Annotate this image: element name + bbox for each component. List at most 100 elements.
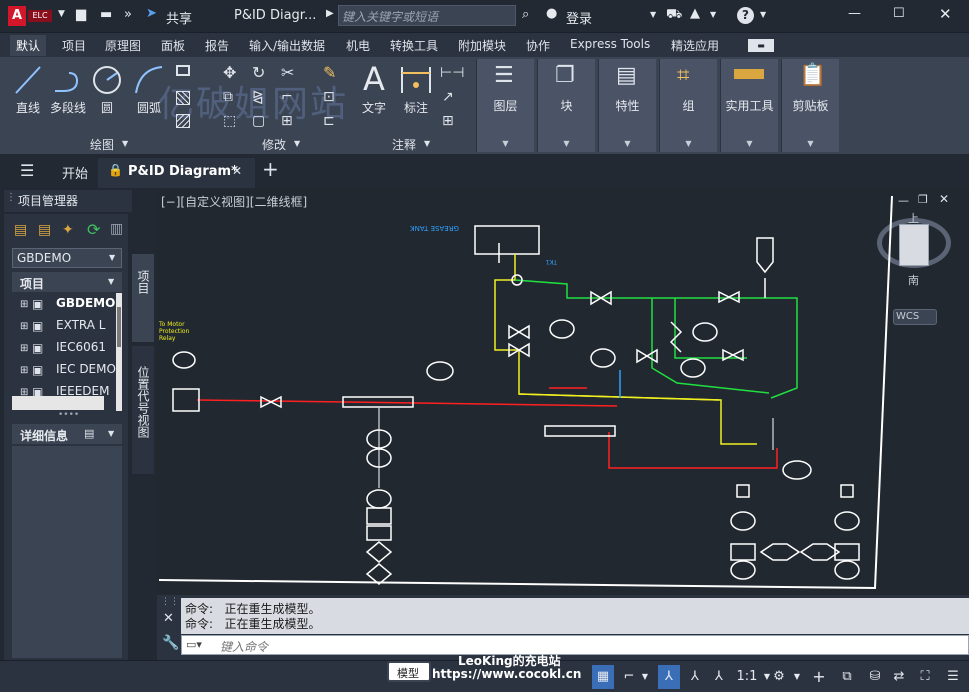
- tab-project[interactable]: 项目: [62, 37, 86, 54]
- modify-group-label[interactable]: 修改: [262, 136, 286, 153]
- block-panel[interactable]: ❐ 块 ▼: [537, 59, 595, 152]
- gradient-icon[interactable]: [176, 114, 190, 128]
- snap-chevron-icon[interactable]: ▼: [640, 665, 650, 689]
- tree-expand-icon[interactable]: ⊞: [20, 365, 28, 376]
- ribbon-display-toggle-icon[interactable]: ▬: [748, 39, 774, 52]
- array-icon[interactable]: ⊞: [281, 113, 293, 129]
- mirror-icon[interactable]: ⧎: [252, 89, 264, 105]
- circle-tool[interactable]: 圆: [90, 63, 124, 116]
- new-file-icon[interactable]: ▆: [76, 7, 86, 22]
- text-tool[interactable]: A 文字: [358, 61, 390, 116]
- new-tab-button[interactable]: +: [262, 157, 279, 181]
- scale-icon[interactable]: ▢: [252, 113, 265, 129]
- properties-panel[interactable]: ▤ 特性 ▼: [598, 59, 656, 152]
- tab-schematic[interactable]: 原理图: [105, 37, 141, 54]
- side-tab-project[interactable]: 项目: [132, 254, 154, 342]
- autodesk-icon[interactable]: ▲: [690, 6, 700, 21]
- side-tab-location-view[interactable]: 位置代号视图: [132, 346, 154, 474]
- project-header[interactable]: 项目 ▼: [12, 272, 122, 292]
- tree-expand-icon[interactable]: ⊞: [20, 343, 28, 354]
- app-menu-chevron-icon[interactable]: ▼: [58, 9, 65, 19]
- close-tab-icon[interactable]: ✕: [232, 164, 242, 178]
- auto-scale-button[interactable]: ⅄: [708, 665, 730, 689]
- model-space-button[interactable]: 模型: [387, 661, 431, 682]
- tree-hscrollbar[interactable]: [12, 396, 104, 410]
- tab-collaborate[interactable]: 协作: [526, 37, 550, 54]
- details-header[interactable]: 详细信息 ▤ ▼: [12, 424, 122, 444]
- group-panel[interactable]: ⌗ 组 ▼: [659, 59, 717, 152]
- help-chevron-icon[interactable]: ▼: [760, 10, 766, 19]
- tab-panel[interactable]: 面板: [161, 37, 185, 54]
- tab-conversion-tools[interactable]: 转换工具: [390, 37, 438, 54]
- customize-wrench-icon[interactable]: 🔧: [162, 635, 179, 651]
- tree-expand-icon[interactable]: ⊞: [20, 299, 28, 310]
- polyline-tool[interactable]: 多段线: [48, 63, 88, 116]
- clean-screen-icon[interactable]: ⛶: [914, 665, 936, 689]
- isolate-objects-icon[interactable]: ⧉: [836, 665, 858, 689]
- layers-panel[interactable]: ☰ 图层 ▼: [476, 59, 534, 152]
- hatch-icon[interactable]: [176, 91, 190, 105]
- tab-featured-apps[interactable]: 精选应用: [671, 37, 719, 54]
- command-input-box[interactable]: ▭▾ 键入命令: [181, 635, 969, 655]
- autodesk-chevron-icon[interactable]: ▼: [710, 10, 716, 19]
- tree-item-gbdemo[interactable]: GBDEMO: [56, 296, 115, 310]
- help-icon[interactable]: ?: [737, 7, 754, 24]
- rectangle-icon[interactable]: [176, 65, 190, 76]
- copy-icon[interactable]: ⧉: [223, 89, 233, 105]
- tab-electromechanical[interactable]: 机电: [346, 37, 370, 54]
- open-folder-icon[interactable]: ▬: [100, 7, 112, 22]
- customize-menu-icon[interactable]: ☰: [942, 665, 964, 689]
- workspace-gear-icon[interactable]: ⚙: [768, 665, 790, 689]
- snap-toggle-button[interactable]: ⌐: [618, 665, 640, 689]
- annotation-group-label[interactable]: 注释: [392, 136, 416, 153]
- workspace-chevron-icon[interactable]: ▼: [792, 665, 802, 689]
- rotate-icon[interactable]: ↻: [252, 63, 265, 82]
- leader-icon[interactable]: ↗: [442, 89, 454, 105]
- new-drawing-icon[interactable]: ✦: [62, 222, 74, 238]
- offset-icon[interactable]: ⊏: [323, 113, 335, 129]
- move-icon[interactable]: ✥: [223, 63, 236, 82]
- app-logo[interactable]: A ELC: [8, 6, 56, 26]
- command-grip-icon[interactable]: ⋮⋮: [161, 597, 179, 607]
- tree-item-iec6061[interactable]: IEC6061: [56, 340, 106, 354]
- project-select[interactable]: GBDEMO ▼: [12, 248, 122, 268]
- scale-dropdown[interactable]: 1:1: [732, 665, 762, 689]
- search-input[interactable]: 键入关键字或短语: [342, 8, 438, 25]
- annotation-visibility-button[interactable]: ⅄: [684, 665, 706, 689]
- tree-expand-icon[interactable]: ⊞: [20, 321, 28, 332]
- drawing-viewport[interactable]: [−][自定义视图][二维线框] — ❐ ✕ 上 南 WCS GREASE TA…: [157, 188, 969, 595]
- project-tasks-icon[interactable]: ▥: [110, 221, 123, 237]
- add-plus-icon[interactable]: +: [808, 665, 830, 689]
- explode-icon[interactable]: ⊡: [323, 89, 335, 105]
- command-input[interactable]: 键入命令: [220, 638, 268, 655]
- arc-tool[interactable]: 圆弧: [132, 63, 166, 116]
- utilities-panel[interactable]: 实用工具 ▼: [720, 59, 778, 152]
- tab-active-document[interactable]: 🔒 P&ID Diagram* ✕: [98, 158, 255, 188]
- clipboard-panel[interactable]: 📋 剪贴板 ▼: [781, 59, 839, 152]
- cart-icon[interactable]: ⛟: [666, 7, 682, 24]
- maximize-icon[interactable]: ☐: [893, 6, 905, 21]
- splitter-grip-icon[interactable]: ••••: [58, 410, 79, 420]
- login-chevron-icon[interactable]: ▼: [650, 10, 656, 19]
- tree-scrollbar-thumb[interactable]: [117, 307, 121, 347]
- tab-express-tools[interactable]: Express Tools: [570, 37, 650, 51]
- search-icon[interactable]: ⌕: [522, 7, 529, 22]
- command-prompt-icon[interactable]: ▭▾: [186, 638, 202, 651]
- close-icon[interactable]: ✕: [939, 5, 952, 23]
- quick-access-more-icon[interactable]: »: [124, 7, 132, 22]
- new-project-icon[interactable]: ▤: [38, 222, 51, 238]
- fillet-icon[interactable]: ⌐: [281, 89, 293, 105]
- dimension-tool[interactable]: 标注: [398, 63, 434, 116]
- tab-start[interactable]: 开始: [62, 163, 88, 182]
- login-button[interactable]: 登录: [566, 8, 592, 27]
- hardware-acceleration-icon[interactable]: ⛁: [864, 665, 886, 689]
- open-project-icon[interactable]: ▤: [14, 222, 27, 238]
- minimize-icon[interactable]: —: [848, 6, 861, 21]
- refresh-icon[interactable]: ⟳: [87, 220, 100, 239]
- linear-dimension-icon[interactable]: ⊢⊣: [440, 65, 464, 81]
- properties-toggle-icon[interactable]: ⇄: [888, 665, 910, 689]
- tab-import-export[interactable]: 输入/输出数据: [249, 37, 325, 54]
- command-close-icon[interactable]: ✕: [163, 611, 174, 626]
- modify-group-chevron-icon[interactable]: ▼: [294, 139, 300, 148]
- tab-default[interactable]: 默认: [10, 35, 47, 56]
